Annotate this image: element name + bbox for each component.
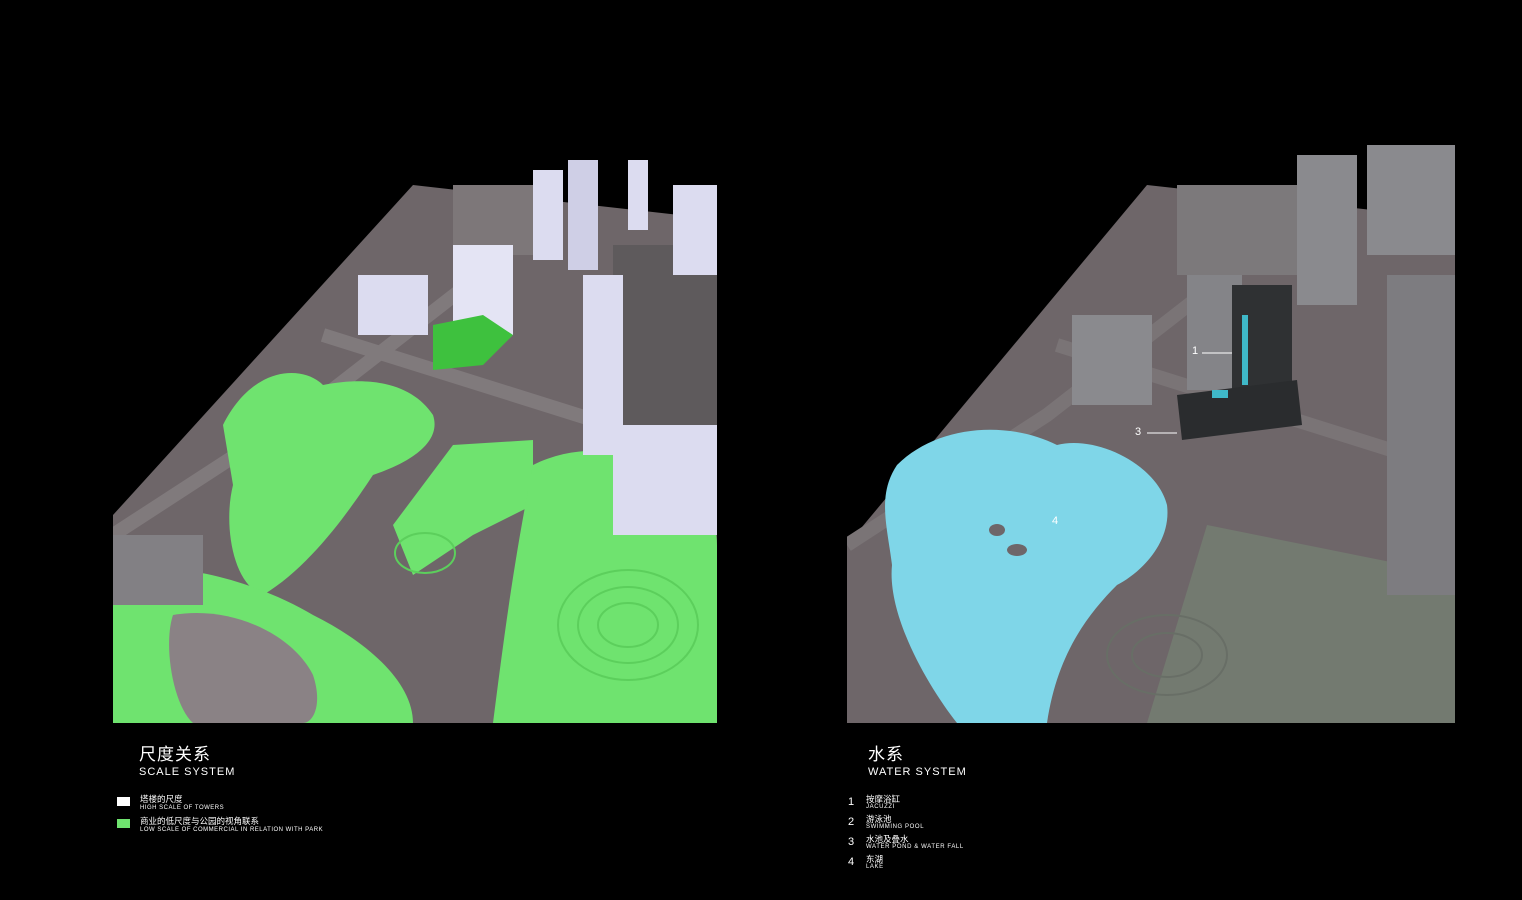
marker-4: 4	[1052, 515, 1059, 527]
tower	[673, 185, 717, 275]
caption-title-en: WATER SYSTEM	[868, 766, 967, 778]
water-legend-item: 2 游泳池 SWIMMING POOL	[848, 815, 964, 831]
legend-label-en: LAKE	[866, 864, 884, 870]
legend-number: 2	[848, 816, 855, 828]
tower-slab	[613, 425, 717, 535]
caption-title-cn: 尺度关系	[139, 745, 211, 764]
scale-system-model-view	[113, 145, 717, 723]
scale-legend: 塔楼的尺度 HIGH SCALE OF TOWERS 商业的低尺度与公园的视角联…	[117, 795, 323, 839]
water-legend-item: 4 东湖 LAKE	[848, 855, 964, 871]
scale-model-render	[113, 160, 717, 723]
tower-slab	[1387, 275, 1455, 595]
water-system-model-view: 1 3 4	[847, 145, 1455, 723]
legend-swatch-green	[117, 819, 130, 828]
legend-label-en: SWIMMING POOL	[866, 824, 925, 830]
legend-label-en: HIGH SCALE OF TOWERS	[140, 805, 225, 811]
water-legend-item: 1 按摩浴缸 JACUZZI	[848, 795, 964, 811]
legend-label-cn: 商业的低尺度与公园的视角联系	[140, 816, 260, 826]
water-legend-item: 3 水池及叠水 WATER POND & WATER FALL	[848, 835, 964, 851]
legend-label-en: LOW SCALE OF COMMERCIAL IN RELATION WITH…	[140, 827, 324, 833]
legend-label-cn: 东湖	[866, 854, 884, 864]
urban-block	[113, 535, 203, 605]
marker-1: 1	[1192, 345, 1199, 357]
tower	[1072, 315, 1152, 405]
urban-block	[1177, 185, 1297, 275]
tower	[533, 170, 563, 260]
water-system-caption: 水系 WATER SYSTEM	[868, 745, 967, 779]
marker-3: 3	[1135, 426, 1142, 438]
tower	[1367, 145, 1455, 255]
legend-label-cn: 塔楼的尺度	[140, 794, 183, 804]
caption-title-en: SCALE SYSTEM	[139, 766, 236, 778]
legend-label-cn: 游泳池	[866, 814, 892, 824]
tower	[1297, 155, 1357, 305]
legend-label-cn: 按摩浴缸	[866, 794, 901, 804]
jacuzzi-strip	[1242, 315, 1248, 385]
lake-island	[1007, 544, 1027, 556]
tower	[358, 275, 428, 335]
legend-label-cn: 水池及叠水	[866, 834, 909, 844]
scale-system-caption: 尺度关系 SCALE SYSTEM	[139, 745, 235, 779]
legend-number: 3	[848, 836, 855, 848]
legend-number: 4	[848, 856, 855, 868]
legend-swatch-white	[117, 797, 130, 806]
legend-number: 1	[848, 796, 855, 808]
legend-label-en: WATER POND & WATER FALL	[866, 844, 964, 850]
caption-title-cn: 水系	[868, 745, 904, 764]
lake-island	[989, 524, 1005, 536]
water-model-render	[847, 145, 1455, 723]
legend-label-en: JACUZZI	[866, 804, 895, 810]
legend-item: 商业的低尺度与公园的视角联系 LOW SCALE OF COMMERCIAL I…	[117, 817, 323, 835]
tower	[568, 160, 598, 270]
legend-item: 塔楼的尺度 HIGH SCALE OF TOWERS	[117, 795, 323, 813]
tower	[628, 160, 648, 230]
water-legend: 1 按摩浴缸 JACUZZI 2 游泳池 SWIMMING POOL 3 水池及…	[848, 795, 964, 875]
swimming-pool	[1212, 390, 1228, 398]
